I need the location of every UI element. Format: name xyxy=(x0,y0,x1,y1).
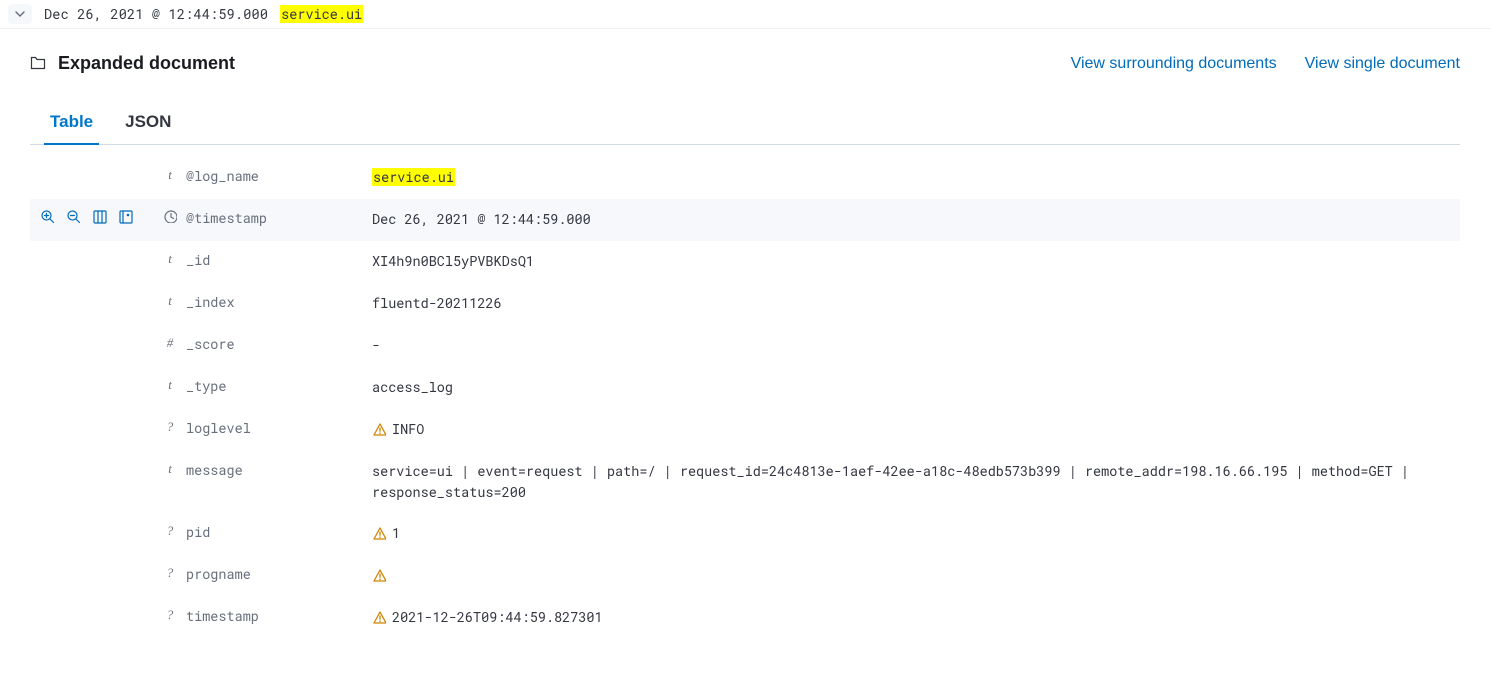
field-value: XI4h9n0BCl5yPVBKDsQ1 xyxy=(372,251,1460,272)
field-value: access_log xyxy=(372,377,1460,398)
field-type-icon: # xyxy=(158,335,182,351)
result-row: Dec 26, 2021 @ 12:44:59.000 service.ui xyxy=(0,0,1490,29)
field-value-text: INFO xyxy=(392,420,424,438)
field-name: timestamp xyxy=(182,607,372,625)
field-value: 2021-12-26T09:44:59.827301 xyxy=(372,607,1460,628)
field-value-text: service.ui xyxy=(372,168,455,186)
field-value-text: service=ui | event=request | path=/ | re… xyxy=(372,462,1409,501)
field-value: fluentd-20211226 xyxy=(372,293,1460,314)
row-timestamp: Dec 26, 2021 @ 12:44:59.000 xyxy=(44,5,268,23)
field-value: INFO xyxy=(372,419,1460,440)
field-type-icon: t xyxy=(158,461,182,477)
columns-icon[interactable] xyxy=(92,209,108,225)
field-value-text: fluentd-20211226 xyxy=(372,294,502,312)
field-row: #_score - xyxy=(30,325,1460,367)
field-row: ?loglevel INFO xyxy=(30,409,1460,451)
field-type-icon: ? xyxy=(158,565,182,581)
field-row: t_typeaccess_log xyxy=(30,367,1460,409)
warning-icon xyxy=(372,568,386,582)
expanded-document: Expanded document View surrounding docum… xyxy=(0,29,1490,669)
field-row: ?timestamp 2021-12-26T09:44:59.827301 xyxy=(30,597,1460,639)
field-value: service=ui | event=request | path=/ | re… xyxy=(372,461,1460,503)
row-source-highlight: service.ui xyxy=(280,5,363,23)
view-surrounding-link[interactable]: View surrounding documents xyxy=(1071,55,1277,73)
expanded-document-title: Expanded document xyxy=(58,53,235,74)
field-value: service.ui xyxy=(372,167,1460,188)
field-value-text: access_log xyxy=(372,378,453,396)
field-type-icon: ? xyxy=(158,523,182,539)
field-value-text: Dec 26, 2021 @ 12:44:59.000 xyxy=(372,210,591,228)
field-type-icon: ? xyxy=(158,607,182,623)
warning-icon xyxy=(372,610,386,624)
field-name: @log_name xyxy=(182,167,372,185)
field-row: tmessageservice=ui | event=request | pat… xyxy=(30,451,1460,513)
field-name: @timestamp xyxy=(182,209,372,227)
field-row: t_indexfluentd-20211226 xyxy=(30,283,1460,325)
field-name: loglevel xyxy=(182,419,372,437)
field-table: t@log_nameservice.ui@timestampDec 26, 20… xyxy=(30,157,1460,639)
collapse-button[interactable] xyxy=(8,4,32,24)
field-type-icon xyxy=(158,209,182,223)
field-type-icon: t xyxy=(158,251,182,267)
field-type-icon: t xyxy=(158,377,182,393)
field-row: @timestampDec 26, 2021 @ 12:44:59.000 xyxy=(30,199,1460,241)
field-name: progname xyxy=(182,565,372,583)
field-type-icon: ? xyxy=(158,419,182,435)
field-name: _index xyxy=(182,293,372,311)
field-row: ?pid 1 xyxy=(30,513,1460,555)
field-value: 1 xyxy=(372,523,1460,544)
warning-icon xyxy=(372,526,386,540)
filter-icon[interactable] xyxy=(118,209,134,225)
field-value-text: 2021-12-26T09:44:59.827301 xyxy=(392,608,603,626)
field-type-icon: t xyxy=(158,293,182,309)
zoomin-icon[interactable] xyxy=(40,209,56,225)
field-value-text: - xyxy=(372,336,380,354)
tab-json[interactable]: JSON xyxy=(123,102,173,144)
field-value: - xyxy=(372,335,1460,356)
field-name: _type xyxy=(182,377,372,395)
tab-table[interactable]: Table xyxy=(48,102,95,144)
chevron-down-icon xyxy=(12,6,28,22)
doc-tabs: Table JSON xyxy=(30,102,1460,145)
view-single-link[interactable]: View single document xyxy=(1305,55,1460,73)
field-row: t@log_nameservice.ui xyxy=(30,157,1460,199)
field-row: t_idXI4h9n0BCl5yPVBKDsQ1 xyxy=(30,241,1460,283)
field-name: _id xyxy=(182,251,372,269)
warning-icon xyxy=(372,422,386,436)
field-name: pid xyxy=(182,523,372,541)
field-name: _score xyxy=(182,335,372,353)
folder-open-icon xyxy=(30,55,48,73)
field-row: ?progname xyxy=(30,555,1460,597)
field-value: Dec 26, 2021 @ 12:44:59.000 xyxy=(372,209,1460,230)
field-type-icon: t xyxy=(158,167,182,183)
field-value-text: 1 xyxy=(392,524,400,542)
zoomout-icon[interactable] xyxy=(66,209,82,225)
field-value xyxy=(372,565,1460,586)
field-name: message xyxy=(182,461,372,479)
field-actions xyxy=(36,209,158,225)
field-value-text: XI4h9n0BCl5yPVBKDsQ1 xyxy=(372,252,534,270)
